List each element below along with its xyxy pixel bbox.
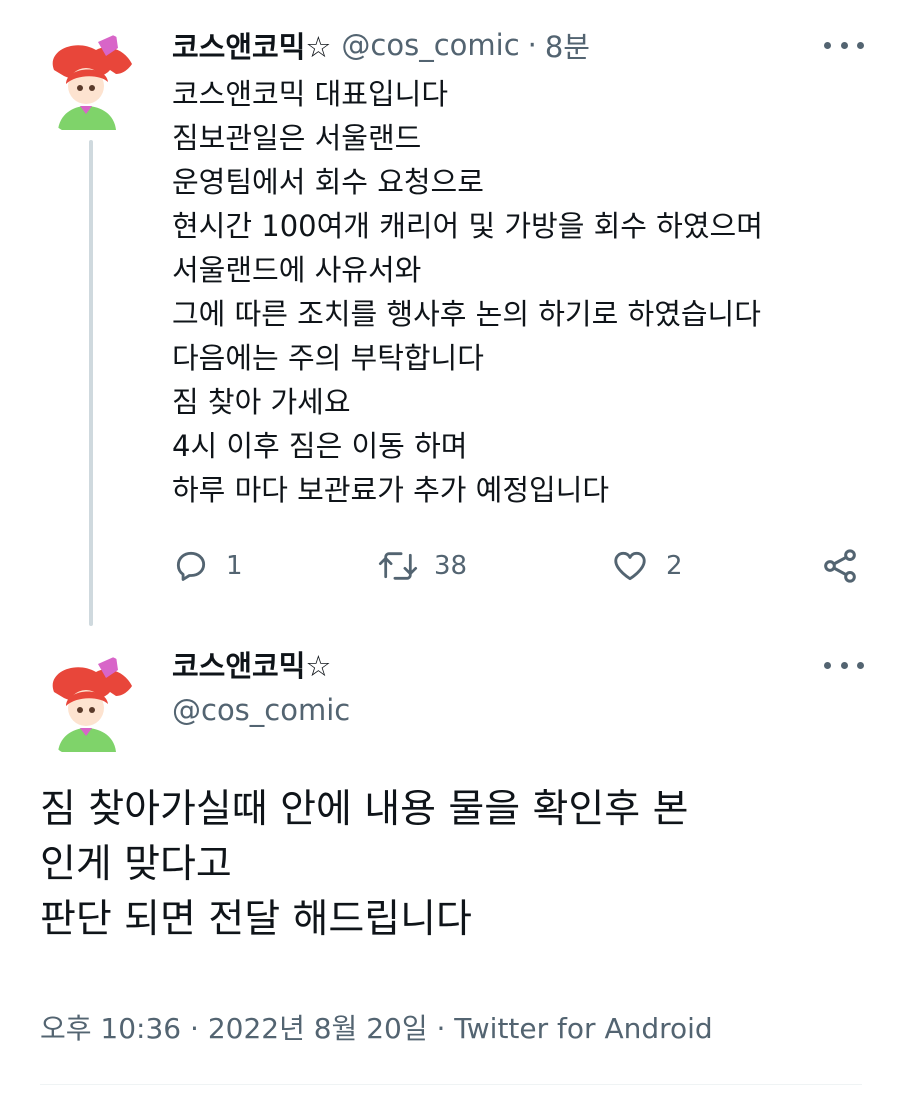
like-count: 2 <box>666 551 683 581</box>
avatar[interactable] <box>36 652 144 760</box>
tweet-timestamp-source[interactable]: 오후 10:36 · 2022년 8월 20일 · Twitter for An… <box>40 1005 713 1049</box>
tweet-text-line: 다음에는 주의 부탁합니다 <box>172 341 484 375</box>
divider <box>40 1084 862 1085</box>
tweet-text: 짐 찾아가실때 안에 내용 물을 확인후 본 인게 맞다고 판단 되면 전달 해… <box>40 782 870 947</box>
tweet-text-line: 그에 따른 조치를 행사후 논의 하기로 하였습니다 <box>172 297 761 331</box>
tweet-header: 코스앤코믹☆ @cos_comic · 8분 <box>172 24 590 66</box>
tweet-text-line: 하루 마다 보관료가 추가 예정입니다 <box>172 473 610 507</box>
tweet-text-line: 짐보관일은 서울랜드 <box>172 121 422 155</box>
tweet-text-line: 서울랜드에 사유서와 <box>172 253 422 287</box>
reply-count: 1 <box>226 551 243 581</box>
tweet-time[interactable]: 8분 <box>545 24 590 66</box>
tweet-text-line: 코스앤코믹 대표입니다 <box>172 77 449 111</box>
separator-dot: · <box>527 28 537 62</box>
like-button[interactable]: 2 <box>610 543 683 589</box>
heart-icon <box>614 551 646 581</box>
tweet-text-line: 현시간 100여개 캐리어 및 가방을 회수 하였으며 <box>172 209 763 243</box>
more-options-icon[interactable] <box>824 655 864 675</box>
tweet-text-line: 4시 이후 짐은 이동 하며 <box>172 429 468 463</box>
more-options-icon[interactable] <box>824 35 864 55</box>
author-name[interactable]: 코스앤코믹☆ <box>172 24 331 66</box>
author-handle[interactable]: @cos_comic <box>172 690 350 730</box>
avatar[interactable] <box>36 30 144 138</box>
tweet-text-line: 운영팀에서 회수 요청으로 <box>172 165 484 199</box>
tweet-text-line: 짐 찾아 가세요 <box>172 385 351 419</box>
avatar-image <box>36 30 144 138</box>
share-icon <box>824 549 856 583</box>
author-handle[interactable]: @cos_comic <box>341 28 519 62</box>
tweet-text-line: 판단 되면 전달 해드립니다 <box>40 897 472 942</box>
tweet-actions: 1 38 2 <box>172 543 872 589</box>
thread-connector <box>89 140 93 626</box>
avatar-image <box>36 652 144 760</box>
tweet-text-line: 인게 맞다고 <box>40 842 232 887</box>
reply-icon <box>176 551 206 581</box>
retweet-count: 38 <box>434 551 468 581</box>
author-name[interactable]: 코스앤코믹☆ <box>172 643 331 685</box>
tweet-text-line: 짐 찾아가실때 안에 내용 물을 확인후 본 <box>40 787 689 832</box>
tweet-text: 코스앤코믹 대표입니다 짐보관일은 서울랜드 운영팀에서 회수 요청으로 현시간… <box>172 72 872 512</box>
share-button[interactable] <box>820 543 860 589</box>
retweet-icon <box>378 552 418 580</box>
retweet-button[interactable]: 38 <box>378 543 467 589</box>
reply-button[interactable]: 1 <box>172 543 243 589</box>
tweet-header: 코스앤코믹☆ <box>172 643 331 685</box>
